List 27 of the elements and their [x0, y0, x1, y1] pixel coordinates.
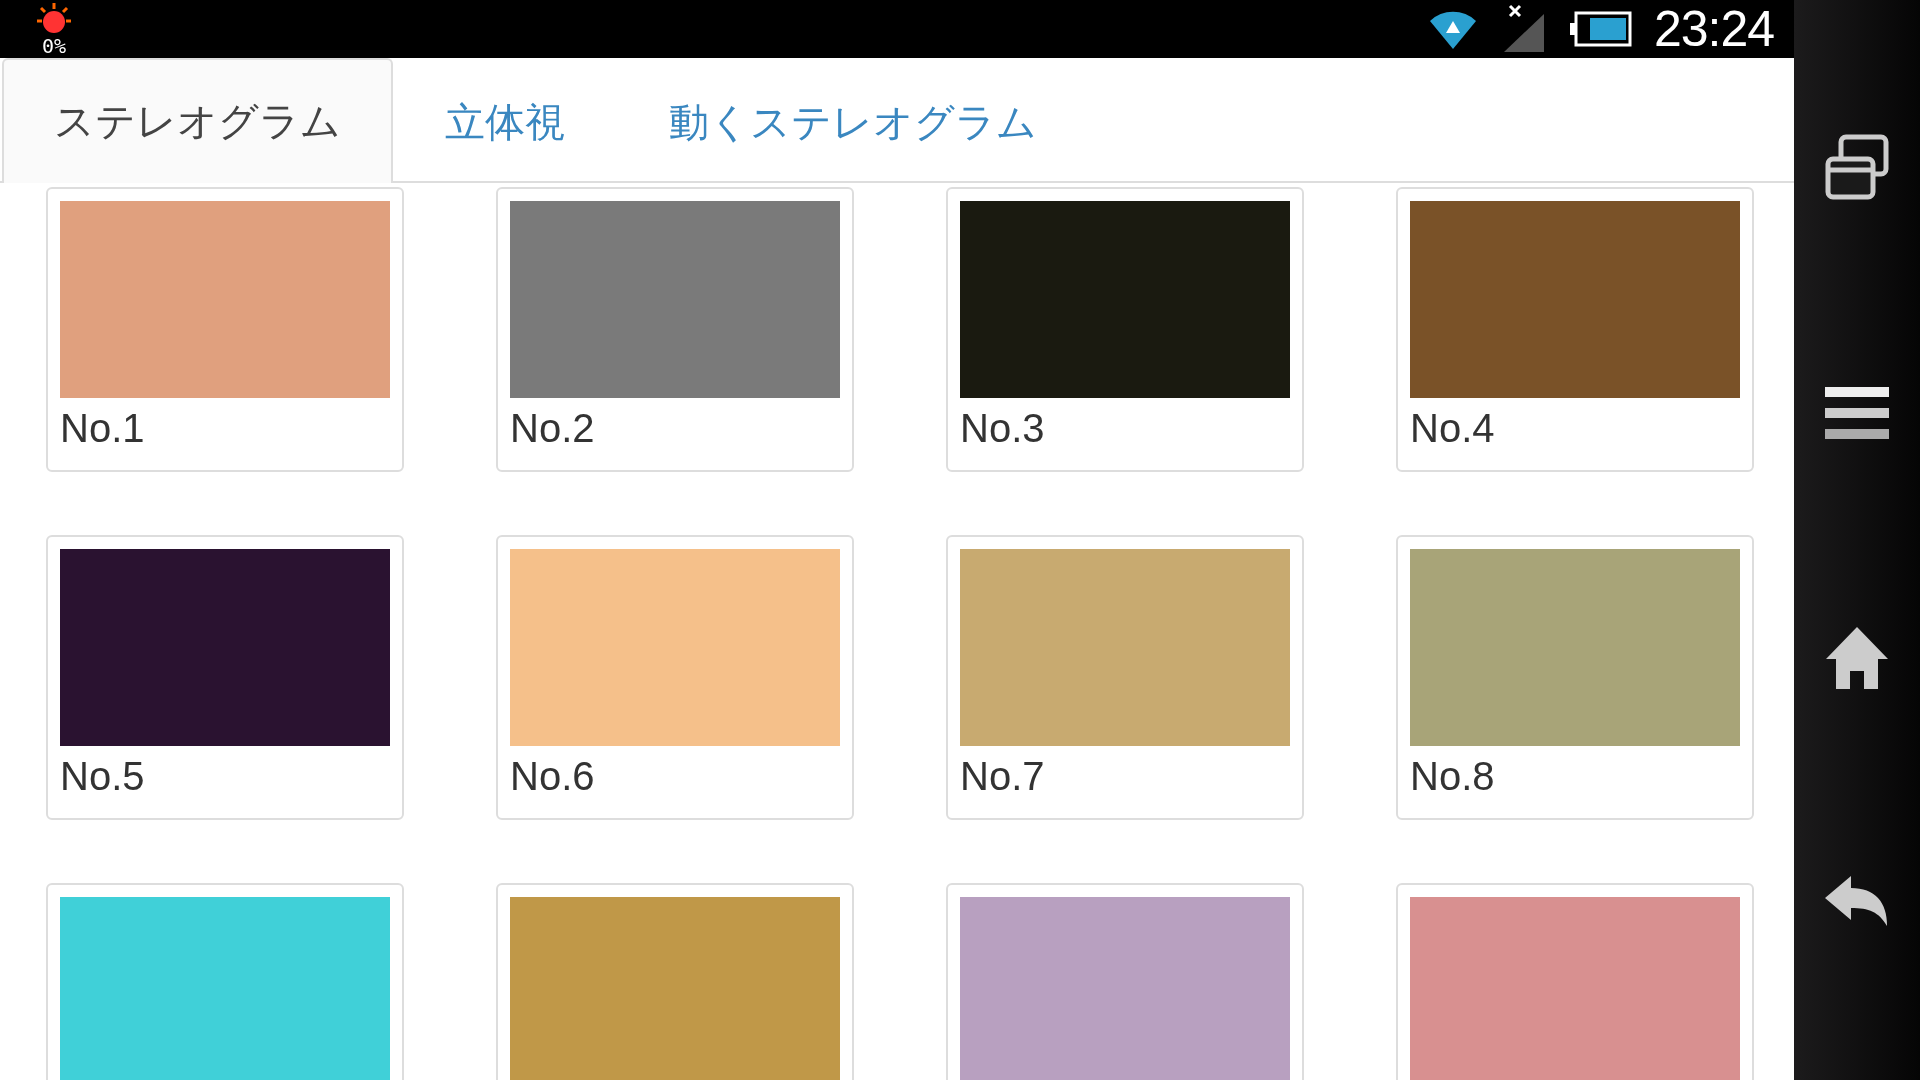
texture-card[interactable]: No.6 [496, 535, 854, 820]
tab[interactable]: ステレオグラム [2, 58, 393, 183]
texture-label: No.4 [1410, 406, 1496, 451]
menu-icon[interactable] [1825, 387, 1889, 440]
back-icon[interactable] [1825, 876, 1889, 927]
recent-apps-icon[interactable] [1825, 133, 1889, 200]
battery-icon [1567, 11, 1632, 47]
texture-card[interactable]: No.2 [496, 187, 854, 472]
sun-icon [36, 2, 72, 36]
battery-percent: 0% [41, 36, 67, 56]
texture-label: No.2 [510, 406, 596, 451]
texture-label: No.1 [60, 406, 146, 451]
texture-card[interactable]: No.5 [46, 535, 404, 820]
tab[interactable]: 立体視 [393, 60, 617, 183]
texture-label: No.7 [960, 754, 1046, 799]
texture-card[interactable]: No.7 [946, 535, 1304, 820]
tab[interactable]: 動くステレオグラム [617, 60, 1089, 183]
clock-time: 23:24 [1653, 0, 1774, 58]
texture-label: No.6 [510, 754, 596, 799]
texture-label: No.3 [960, 406, 1046, 451]
home-icon[interactable] [1826, 626, 1888, 689]
texture-card[interactable]: No.4 [1396, 187, 1754, 472]
texture-label: No.5 [60, 754, 146, 799]
texture-card[interactable]: No.3 [946, 187, 1304, 472]
texture-label: No.8 [1410, 754, 1496, 799]
texture-card[interactable]: No.8 [1396, 535, 1754, 820]
texture-card[interactable]: No.1 [46, 187, 404, 472]
